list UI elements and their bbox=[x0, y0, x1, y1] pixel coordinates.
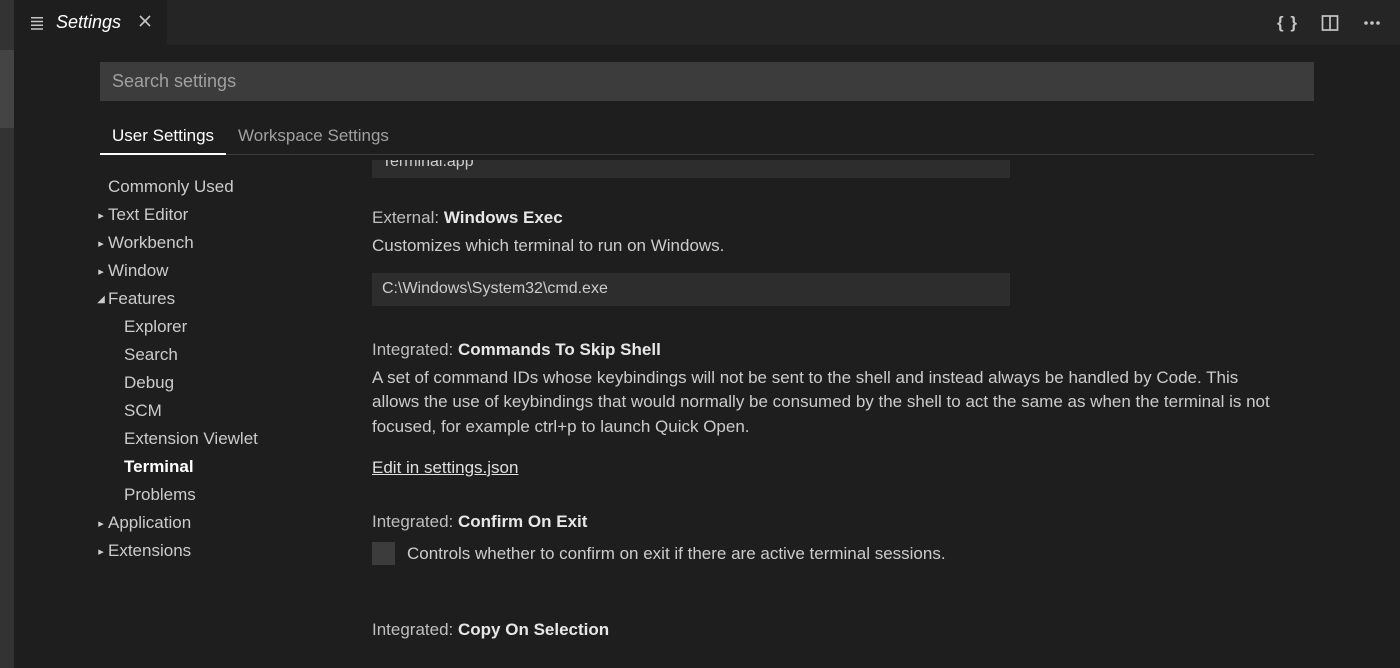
toc-features-debug[interactable]: ▸Debug bbox=[90, 369, 350, 397]
toc-features[interactable]: ◢Features bbox=[90, 285, 350, 313]
toc-text-editor[interactable]: ▸Text Editor bbox=[90, 201, 350, 229]
confirm-on-exit-checkbox[interactable] bbox=[372, 542, 395, 565]
toc-label: Explorer bbox=[124, 317, 187, 337]
toc-label: SCM bbox=[124, 401, 162, 421]
toc-label: Text Editor bbox=[108, 205, 188, 225]
toc-label: Extension Viewlet bbox=[124, 429, 258, 449]
toc-workbench[interactable]: ▸Workbench bbox=[90, 229, 350, 257]
setting-description: A set of command IDs whose keybindings w… bbox=[372, 366, 1272, 440]
toc-label: Window bbox=[108, 261, 168, 281]
toc-label: Debug bbox=[124, 373, 174, 393]
setting-integrated-copy-on-selection: Integrated: Copy On Selection bbox=[372, 620, 1297, 640]
edit-in-settings-json-link[interactable]: Edit in settings.json bbox=[372, 458, 518, 478]
toc-features-explorer[interactable]: ▸Explorer bbox=[90, 313, 350, 341]
setting-input[interactable] bbox=[372, 160, 1010, 178]
search-settings-input[interactable] bbox=[100, 62, 1314, 101]
setting-external-windows-exec: External: Windows Exec Customizes which … bbox=[372, 208, 1297, 306]
toc-window[interactable]: ▸Window bbox=[90, 257, 350, 285]
settings-toc: ▸Commonly Used ▸Text Editor ▸Workbench ▸… bbox=[90, 173, 350, 565]
more-actions-icon[interactable] bbox=[1362, 13, 1382, 33]
toc-features-extension-viewlet[interactable]: ▸Extension Viewlet bbox=[90, 425, 350, 453]
setting-external-osx-exec-input-partial bbox=[372, 160, 1010, 178]
toc-features-search[interactable]: ▸Search bbox=[90, 341, 350, 369]
toc-label: Search bbox=[124, 345, 178, 365]
tab-user-settings[interactable]: User Settings bbox=[100, 126, 226, 154]
chevron-right-icon: ▸ bbox=[94, 237, 108, 250]
close-icon[interactable] bbox=[137, 13, 153, 33]
toc-label: Commonly Used bbox=[108, 177, 234, 197]
toc-label: Workbench bbox=[108, 233, 194, 253]
split-editor-icon[interactable] bbox=[1320, 13, 1340, 33]
tab-title: Settings bbox=[56, 12, 121, 33]
toc-label: Problems bbox=[124, 485, 196, 505]
setting-input[interactable] bbox=[372, 273, 1010, 306]
toc-extensions[interactable]: ▸Extensions bbox=[90, 537, 350, 565]
setting-description: Customizes which terminal to run on Wind… bbox=[372, 234, 1272, 259]
toc-label: Extensions bbox=[108, 541, 191, 561]
editor-actions: { } bbox=[1277, 0, 1400, 45]
editor-tab-bar: Settings { } bbox=[14, 0, 1400, 45]
chevron-right-icon: ▸ bbox=[94, 209, 108, 222]
setting-description: Controls whether to confirm on exit if t… bbox=[407, 542, 946, 567]
chevron-right-icon: ▸ bbox=[94, 517, 108, 530]
setting-integrated-commands-to-skip-shell: Integrated: Commands To Skip Shell A set… bbox=[372, 340, 1297, 478]
open-settings-json-icon[interactable]: { } bbox=[1277, 13, 1298, 33]
settings-file-icon bbox=[28, 14, 46, 32]
toc-features-problems[interactable]: ▸Problems bbox=[90, 481, 350, 509]
setting-title: Integrated: Commands To Skip Shell bbox=[372, 340, 1297, 360]
setting-title: External: Windows Exec bbox=[372, 208, 1297, 228]
chevron-right-icon: ▸ bbox=[94, 545, 108, 558]
tab-workspace-settings[interactable]: Workspace Settings bbox=[226, 126, 401, 154]
toc-features-scm[interactable]: ▸SCM bbox=[90, 397, 350, 425]
toc-application[interactable]: ▸Application bbox=[90, 509, 350, 537]
chevron-right-icon: ▸ bbox=[94, 265, 108, 278]
toc-commonly-used[interactable]: ▸Commonly Used bbox=[90, 173, 350, 201]
setting-title: Integrated: Confirm On Exit bbox=[372, 512, 1297, 532]
toc-label: Application bbox=[108, 513, 191, 533]
settings-scope-tabs: User Settings Workspace Settings bbox=[100, 118, 1314, 155]
setting-title: Integrated: Copy On Selection bbox=[372, 620, 1297, 640]
chevron-down-icon: ◢ bbox=[94, 294, 108, 305]
activity-bar-active-item[interactable] bbox=[0, 50, 14, 128]
toc-label: Terminal bbox=[124, 457, 194, 477]
toc-features-terminal[interactable]: ▸Terminal bbox=[90, 453, 350, 481]
setting-integrated-confirm-on-exit: Integrated: Confirm On Exit Controls whe… bbox=[372, 512, 1297, 567]
settings-content[interactable]: External: Windows Exec Customizes which … bbox=[372, 160, 1297, 668]
tab-settings[interactable]: Settings bbox=[14, 0, 167, 45]
toc-label: Features bbox=[108, 289, 175, 309]
